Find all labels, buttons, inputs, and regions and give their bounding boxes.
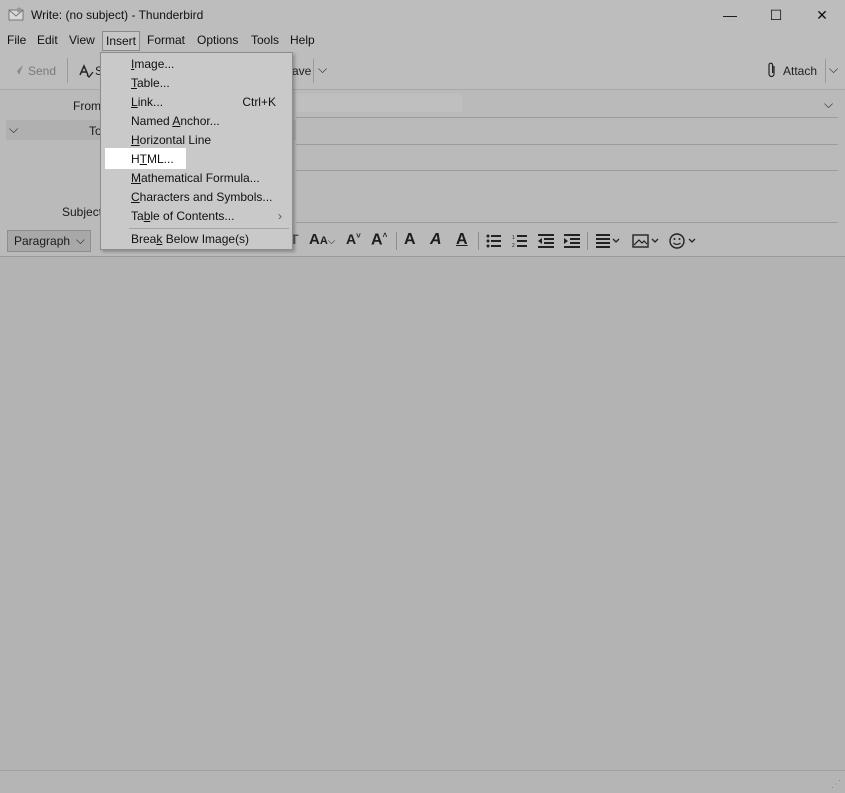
insert-image-menu-icon[interactable] <box>632 233 660 249</box>
status-bar: ⋰ <box>0 770 845 793</box>
header-divider <box>296 144 838 145</box>
underline-icon[interactable]: A <box>456 231 468 249</box>
svg-text:2: 2 <box>512 243 515 248</box>
link-shortcut: Ctrl+K <box>242 95 276 109</box>
paragraph-select-value: Paragraph <box>14 234 71 248</box>
from-dropdown-chevron-icon[interactable]: ⌵ <box>824 97 833 112</box>
toolbar-separator <box>825 59 826 83</box>
title-bar: Write: (no subject) - Thunderbird — ☐ ✕ <box>0 0 845 30</box>
insert-menu-dropdown: Image... Table... Link... Ctrl+K Named A… <box>100 52 293 250</box>
attach-button[interactable]: Attach <box>766 61 822 81</box>
header-divider <box>296 117 838 118</box>
minimize-button[interactable]: — <box>707 0 753 30</box>
recipient-type-chevron-icon[interactable]: ⌵ <box>9 122 18 137</box>
svg-text:1: 1 <box>512 235 515 241</box>
header-divider <box>296 170 838 171</box>
from-identity-field[interactable] <box>296 94 462 112</box>
insert-menu-item-characters-symbols[interactable]: Characters and Symbols... <box>102 187 291 206</box>
subject-input[interactable] <box>296 200 838 220</box>
format-separator <box>478 232 479 250</box>
font-size-menu-icon[interactable]: AA⌵ <box>309 231 335 248</box>
close-button[interactable]: ✕ <box>799 0 845 30</box>
send-label: Send <box>28 64 57 78</box>
outdent-icon[interactable] <box>538 234 554 248</box>
menu-options[interactable]: Options <box>196 33 239 47</box>
menu-insert[interactable]: Insert <box>102 31 141 51</box>
from-label: From <box>73 99 101 113</box>
indent-icon[interactable] <box>564 234 580 248</box>
insert-menu-item-html[interactable]: HTML... <box>105 148 186 169</box>
menu-edit[interactable]: Edit <box>36 33 59 47</box>
subject-label: Subject <box>62 205 103 219</box>
save-label-partial[interactable]: ave <box>292 64 311 78</box>
menu-help[interactable]: Help <box>289 33 316 47</box>
menu-format[interactable]: Format <box>146 33 186 47</box>
message-body-editor[interactable] <box>0 257 845 770</box>
maximize-button[interactable]: ☐ <box>753 0 799 30</box>
thunderbird-compose-icon <box>8 7 24 21</box>
save-dropdown-chevron-icon[interactable]: ⌵ <box>318 62 327 77</box>
menu-tools[interactable]: Tools <box>250 33 280 47</box>
toolbar-separator <box>313 59 314 83</box>
send-icon <box>13 65 23 75</box>
attach-label: Attach <box>783 64 818 78</box>
toolbar-separator <box>67 58 68 83</box>
smaller-font-icon[interactable]: A˅ <box>346 231 361 247</box>
submenu-arrow-icon: › <box>278 209 282 223</box>
spellcheck-icon <box>79 64 94 78</box>
menu-bar: File Edit View Insert Format Options Too… <box>0 30 845 52</box>
insert-menu-item-named-anchor[interactable]: Named Anchor... <box>102 111 291 130</box>
numbered-list-icon[interactable]: 1 2 <box>512 234 528 248</box>
insert-menu-item-table[interactable]: Table... <box>102 73 291 92</box>
bullet-list-icon[interactable] <box>486 234 502 248</box>
format-separator <box>587 232 588 250</box>
align-menu-icon[interactable] <box>596 234 620 248</box>
menu-file[interactable]: File <box>6 33 27 47</box>
send-button[interactable]: Send <box>6 61 60 81</box>
insert-menu-item-math-formula[interactable]: Mathematical Formula... <box>102 168 291 187</box>
insert-menu-item-link[interactable]: Link... Ctrl+K <box>102 92 291 111</box>
spelling-button[interactable]: S <box>76 61 103 81</box>
insert-menu-item-table-of-contents[interactable]: Table of Contents... › <box>102 206 291 225</box>
insert-menu-item-break-below-image[interactable]: Break Below Image(s) <box>102 229 291 248</box>
resize-grip-icon[interactable]: ⋰ <box>831 779 841 790</box>
paragraph-format-select[interactable]: Paragraph ⌵ <box>7 230 91 252</box>
to-input[interactable] <box>296 120 838 140</box>
emoji-menu-icon[interactable] <box>668 232 698 250</box>
window-title: Write: (no subject) - Thunderbird <box>31 8 204 22</box>
header-divider <box>296 222 838 223</box>
bold-icon[interactable]: A <box>404 231 416 249</box>
paperclip-icon <box>768 62 775 78</box>
larger-font-icon[interactable]: A˄ <box>371 231 387 249</box>
attach-dropdown-chevron-icon[interactable]: ⌵ <box>829 62 838 77</box>
menu-view[interactable]: View <box>68 33 96 47</box>
italic-icon[interactable]: A <box>430 231 442 249</box>
insert-menu-item-horizontal-line[interactable]: Horizontal Line <box>102 130 291 149</box>
insert-menu-item-image[interactable]: Image... <box>102 54 291 73</box>
format-separator <box>396 232 397 250</box>
chevron-down-icon: ⌵ <box>75 233 85 247</box>
